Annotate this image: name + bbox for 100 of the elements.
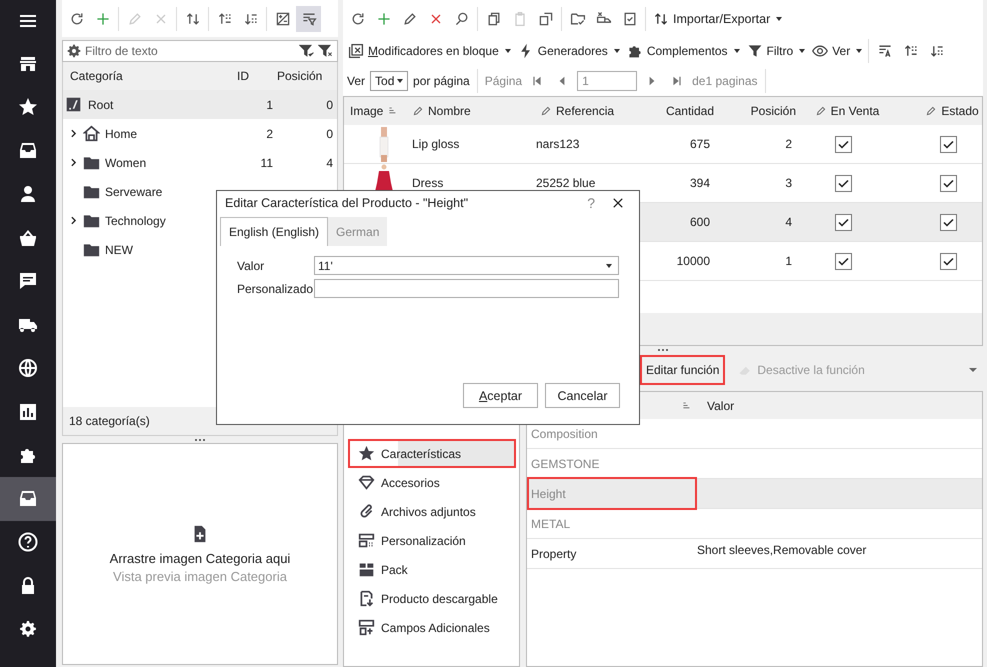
page-size-dropdown[interactable]: Tod xyxy=(370,70,408,90)
checkbox[interactable] xyxy=(940,174,956,192)
input-field[interactable] xyxy=(314,279,619,298)
category-position: 4 xyxy=(325,156,334,170)
tree-row[interactable]: Root 1 0 xyxy=(63,90,337,119)
category-name: Women xyxy=(105,156,148,170)
page-field[interactable]: 1 xyxy=(577,70,638,90)
house-icon xyxy=(83,125,100,142)
table-cell-text: 2 xyxy=(784,137,792,151)
table-cell-text: 675 xyxy=(688,137,710,151)
value-dropdown[interactable]: 11' xyxy=(314,256,619,275)
menu-button[interactable]: Modificadores en bloque xyxy=(345,38,514,64)
import-export-menu[interactable]: Importar/Exportar xyxy=(649,6,786,32)
page-label: Página xyxy=(484,74,522,88)
drop-title: Arrastre imagen Categoria aqui xyxy=(110,551,290,566)
toolbar-button[interactable] xyxy=(296,6,321,32)
close-icon[interactable] xyxy=(611,196,625,210)
tree-row[interactable]: Home 2 0 xyxy=(63,119,337,148)
section-tab[interactable]: Archivos adjuntos xyxy=(348,497,515,526)
menu-button[interactable]: Filtro xyxy=(744,38,808,64)
column-header[interactable]: Categoría xyxy=(63,69,237,83)
diamond-icon xyxy=(358,474,375,491)
column-header[interactable]: Nombre xyxy=(408,104,536,118)
pencil-icon xyxy=(402,10,418,26)
caret-icon[interactable] xyxy=(969,368,977,372)
column-header[interactable]: Image xyxy=(348,104,408,118)
paperclip-icon xyxy=(358,503,375,520)
feature-name: METAL xyxy=(530,516,572,532)
move-up-icon xyxy=(216,10,232,26)
table-row[interactable]: METAL xyxy=(527,509,982,539)
nav-button[interactable] xyxy=(0,477,56,520)
dialog-button[interactable]: Cancelar xyxy=(545,383,620,408)
table-cell-text: 3 xyxy=(784,176,792,190)
document-download-icon xyxy=(358,590,375,607)
column-header[interactable]: Estado xyxy=(898,104,987,118)
section-tab[interactable]: Personalización xyxy=(348,526,515,555)
checkbox[interactable] xyxy=(834,214,852,230)
last-page-icon[interactable] xyxy=(671,74,684,86)
folder-check-icon xyxy=(570,10,586,26)
table-cell-text: 394 xyxy=(688,176,710,190)
table-row[interactable]: Lip gloss nars123 675 2 xyxy=(344,125,982,164)
category-name: Root xyxy=(88,98,114,112)
checkbox[interactable] xyxy=(834,174,852,192)
column-header[interactable]: Posición xyxy=(714,104,796,118)
checkbox[interactable] xyxy=(834,136,852,152)
pencil-icon xyxy=(126,10,142,26)
section-tab[interactable]: Accesorios xyxy=(348,468,515,497)
person-icon xyxy=(18,184,38,204)
column-header[interactable]: ID xyxy=(237,69,277,83)
menu-button[interactable]: Complementos xyxy=(624,38,743,64)
table-cell-text: 600 xyxy=(688,215,710,229)
show-label: Ver xyxy=(347,74,366,88)
edit-feature-button[interactable]: Editar función xyxy=(640,355,726,385)
category-name: Home xyxy=(105,126,138,140)
per-page-label: por página xyxy=(413,74,470,88)
feature-name: Property xyxy=(530,546,578,562)
pencil-icon xyxy=(540,105,552,117)
filter-check-icon[interactable] xyxy=(299,43,315,59)
section-tab[interactable]: Características xyxy=(348,439,516,468)
move-down-icon xyxy=(928,43,945,59)
chat-icon xyxy=(18,271,38,292)
feature-name: Height xyxy=(527,477,697,510)
column-header[interactable]: En Venta xyxy=(796,104,898,118)
category-name: NEW xyxy=(105,242,134,256)
search-icon xyxy=(454,10,470,26)
checkbox[interactable] xyxy=(940,214,956,230)
basket-icon xyxy=(18,228,38,248)
checkbox[interactable] xyxy=(834,252,852,270)
star-icon xyxy=(358,445,375,462)
category-id: 2 xyxy=(265,126,274,140)
document-check-icon xyxy=(622,10,638,26)
duplicate-icon xyxy=(538,10,554,26)
sort-text-icon xyxy=(876,43,893,59)
first-page-icon[interactable] xyxy=(531,74,544,86)
column-header[interactable]: Cantidad xyxy=(642,104,714,118)
column-header[interactable]: Referencia xyxy=(536,104,642,118)
column-header[interactable]: Valor xyxy=(707,398,734,412)
menu-button[interactable]: Generadores xyxy=(514,38,623,64)
checkbox[interactable] xyxy=(940,136,956,152)
tree-row[interactable]: Women 11 4 xyxy=(63,148,337,177)
table-row[interactable]: Property Short sleeves,Removable cover xyxy=(527,539,982,569)
pencil-icon xyxy=(925,105,938,117)
dialog-button[interactable]: Aceptar xyxy=(463,383,538,408)
filter-field[interactable]: Filtro de texto xyxy=(62,40,338,62)
filter-list-icon xyxy=(300,10,316,26)
puzzle-icon xyxy=(626,43,643,59)
category-name: Serveware xyxy=(105,184,164,198)
filter-clear-icon[interactable] xyxy=(318,43,334,59)
column-header[interactable]: Posición xyxy=(277,69,337,83)
move-up-icon xyxy=(902,43,919,59)
pack-icon xyxy=(358,561,375,578)
section-tab[interactable]: Pack xyxy=(348,555,515,584)
up-down-arrows-icon xyxy=(184,10,200,26)
section-tab[interactable]: Campos Adicionales xyxy=(348,613,515,642)
image-drop-area[interactable]: Arrastre imagen Categoria aqui Vista previa imagen Categoria xyxy=(62,443,338,665)
menu-button[interactable]: Ver xyxy=(809,38,866,64)
checkbox[interactable] xyxy=(940,252,956,270)
language-tab[interactable]: English (English) xyxy=(220,217,328,246)
section-tab[interactable]: Producto descargable xyxy=(348,584,515,613)
globe-icon xyxy=(18,358,38,378)
